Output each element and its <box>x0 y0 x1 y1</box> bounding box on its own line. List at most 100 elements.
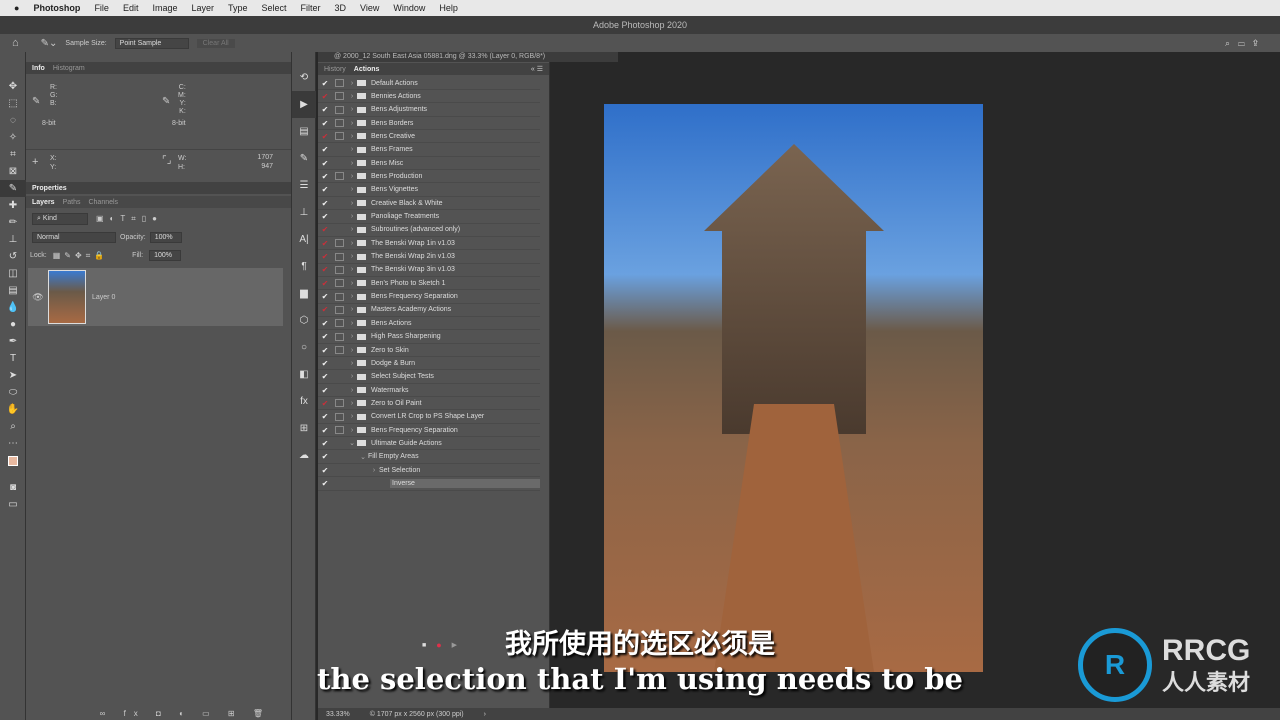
dialog-toggle-icon[interactable] <box>335 480 344 488</box>
dialog-toggle-icon[interactable] <box>335 252 344 261</box>
toggle-check-icon[interactable]: ✔ <box>318 212 332 221</box>
action-item[interactable]: ✔ › Masters Academy Actions <box>318 304 540 317</box>
toggle-check-icon[interactable]: ✔ <box>318 239 332 248</box>
chevron-right-icon[interactable]: › <box>347 213 357 220</box>
visibility-eye-icon[interactable]: 👁 <box>28 292 48 303</box>
chevron-right-icon[interactable]: › <box>347 106 357 113</box>
dialog-toggle-icon[interactable] <box>335 159 344 167</box>
chevron-right-icon[interactable]: › <box>347 133 357 140</box>
tab-actions[interactable]: Actions <box>354 66 380 73</box>
chevron-right-icon[interactable]: › <box>347 320 357 327</box>
toggle-check-icon[interactable]: ✔ <box>318 305 332 314</box>
action-item[interactable]: ✔ › Bens Creative <box>318 130 540 144</box>
lightbulb-icon[interactable]: ○ <box>292 334 316 361</box>
dialog-toggle-icon[interactable] <box>335 146 344 154</box>
action-item[interactable]: ✔ ⌄ Ultimate Guide Actions <box>318 437 540 451</box>
toggle-check-icon[interactable]: ✔ <box>318 332 332 341</box>
chevron-down-icon[interactable]: ⌄ <box>347 439 357 447</box>
chevron-right-icon[interactable]: › <box>347 413 357 420</box>
dialog-toggle-icon[interactable] <box>335 239 344 248</box>
chevron-right-icon[interactable]: › <box>484 711 486 718</box>
toggle-check-icon[interactable]: ✔ <box>318 292 332 301</box>
opacity-input[interactable]: 100% <box>149 232 182 243</box>
dialog-toggle-icon[interactable] <box>335 319 344 328</box>
stamp-tool-icon[interactable]: ⊥ <box>0 231 26 248</box>
pen-tool-icon[interactable]: ✒ <box>0 333 26 350</box>
hand-tool-icon[interactable]: ✋ <box>0 401 26 418</box>
action-item[interactable]: ✔ › Bens Actions <box>318 317 540 331</box>
adjustments-icon[interactable]: ☰ <box>292 172 316 199</box>
toggle-check-icon[interactable]: ✔ <box>318 319 332 328</box>
menu-filter[interactable]: Filter <box>301 3 321 13</box>
lasso-tool-icon[interactable]: ◌ <box>0 112 26 129</box>
tab-channels[interactable]: Channels <box>88 199 118 206</box>
action-item[interactable]: ✔ › Subroutines (advanced only) <box>318 224 540 237</box>
menu-view[interactable]: View <box>360 3 379 13</box>
dialog-toggle-icon[interactable] <box>335 332 344 341</box>
toggle-check-icon[interactable]: ✔ <box>318 346 332 355</box>
dialog-toggle-icon[interactable] <box>335 199 344 207</box>
dialog-toggle-icon[interactable] <box>335 305 344 314</box>
chevron-right-icon[interactable]: › <box>347 347 357 354</box>
dialog-toggle-icon[interactable] <box>335 426 344 435</box>
menu-layer[interactable]: Layer <box>191 3 214 13</box>
action-item[interactable]: ✔ › Convert LR Crop to PS Shape Layer <box>318 411 540 424</box>
toggle-check-icon[interactable]: ✔ <box>318 225 332 234</box>
notes-icon[interactable]: ▆ <box>292 280 316 307</box>
tab-histogram[interactable]: Histogram <box>53 65 85 72</box>
chevron-right-icon[interactable]: › <box>347 400 357 407</box>
dialog-toggle-icon[interactable] <box>335 373 344 381</box>
3d-icon[interactable]: ⬡ <box>292 307 316 334</box>
quick-select-tool-icon[interactable]: ✧ <box>0 129 26 146</box>
search-icon[interactable]: ⌕▭⇪ <box>1225 38 1266 49</box>
menu-app[interactable]: Photoshop <box>33 3 80 13</box>
toggle-check-icon[interactable]: ✔ <box>318 92 332 101</box>
chevron-right-icon[interactable]: › <box>347 240 357 247</box>
clone-source-icon[interactable]: ⊥ <box>292 199 316 226</box>
action-item[interactable]: ✔ › Watermarks <box>318 384 540 398</box>
dialog-toggle-icon[interactable] <box>335 386 344 394</box>
chevron-right-icon[interactable]: › <box>347 293 357 300</box>
toggle-check-icon[interactable]: ✔ <box>318 479 332 488</box>
chevron-right-icon[interactable]: › <box>347 280 357 287</box>
shape-tool-icon[interactable]: ⬭ <box>0 384 26 401</box>
menu-3d[interactable]: 3D <box>335 3 347 13</box>
sample-size-select[interactable]: Point Sample <box>114 37 189 49</box>
toggle-check-icon[interactable]: ✔ <box>318 386 332 395</box>
toggle-check-icon[interactable]: ✔ <box>318 105 332 114</box>
action-item[interactable]: ✔ › Bens Frequency Separation <box>318 424 540 438</box>
toggle-check-icon[interactable]: ✔ <box>318 119 332 128</box>
layer-footer-icons[interactable]: ∞ fx ◘ ◐ ▭ ⊞ 🗑 <box>100 709 271 718</box>
chevron-right-icon[interactable]: › <box>347 427 357 434</box>
dialog-toggle-icon[interactable] <box>335 412 344 421</box>
character-icon[interactable]: A| <box>292 226 316 253</box>
move-tool-icon[interactable]: ✥ <box>0 78 26 95</box>
dialog-toggle-icon[interactable] <box>335 172 344 181</box>
action-item[interactable]: ✔ › Ben's Photo to Sketch 1 <box>318 277 540 291</box>
dodge-tool-icon[interactable]: ● <box>0 316 26 333</box>
chevron-right-icon[interactable]: › <box>347 186 357 193</box>
zoom-tool-icon[interactable]: ⌕ <box>0 418 26 435</box>
tab-paths[interactable]: Paths <box>63 199 81 206</box>
dialog-toggle-icon[interactable] <box>335 213 344 221</box>
gradient-tool-icon[interactable]: ▤ <box>0 282 26 299</box>
menu-help[interactable]: Help <box>439 3 458 13</box>
action-item[interactable]: ✔ › The Benski Wrap 1in v1.03 <box>318 237 540 251</box>
blur-tool-icon[interactable]: 💧 <box>0 299 26 316</box>
dialog-toggle-icon[interactable] <box>335 119 344 128</box>
action-item[interactable]: ✔ › Bens Frames <box>318 144 540 157</box>
table-icon[interactable]: ⊞ <box>292 415 316 442</box>
action-item[interactable]: ✔ › Bens Production <box>318 170 540 184</box>
document-info[interactable]: © 1707 px x 2560 px (300 ppi) <box>370 711 464 718</box>
chevron-right-icon[interactable]: › <box>347 266 357 273</box>
action-item[interactable]: ✔ › The Benski Wrap 3in v1.03 <box>318 264 540 277</box>
menu-window[interactable]: Window <box>393 3 425 13</box>
dialog-toggle-icon[interactable] <box>335 92 344 101</box>
layer-row[interactable]: 👁 Layer 0 <box>28 268 283 326</box>
layer-filter-icons[interactable]: ▣◐T⌗▯● <box>96 214 163 224</box>
document-image[interactable] <box>604 104 983 672</box>
path-select-icon[interactable]: ➤ <box>0 367 26 384</box>
properties-title[interactable]: Properties <box>32 185 67 192</box>
cloud-icon[interactable]: ☁ <box>292 442 316 469</box>
properties-icon[interactable]: ▤ <box>292 118 316 145</box>
